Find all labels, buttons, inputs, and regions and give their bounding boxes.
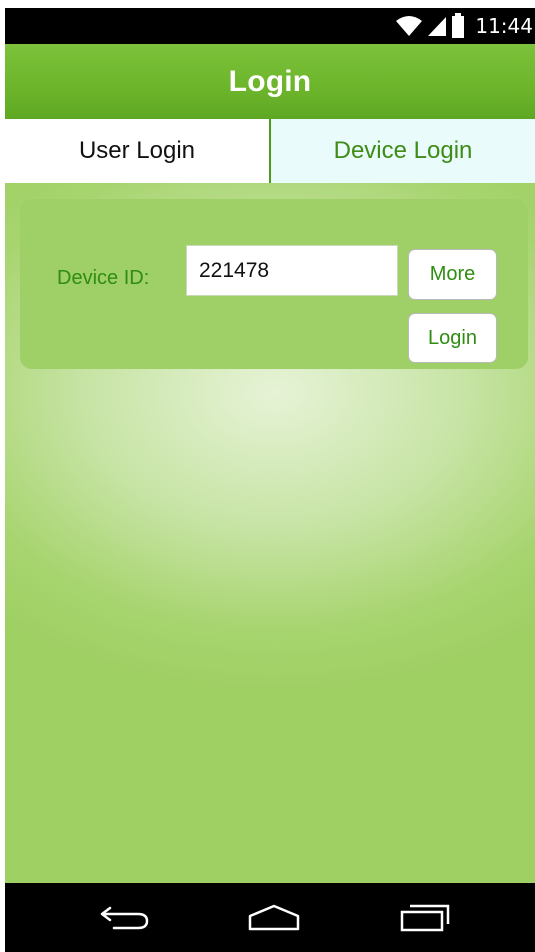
clock: 11:44 xyxy=(475,14,533,38)
content-area: Device ID: More Login xyxy=(5,183,535,883)
tab-device-login-label: Device Login xyxy=(333,137,473,164)
battery-icon xyxy=(451,13,465,39)
home-icon[interactable] xyxy=(246,903,302,938)
tab-device-login[interactable]: Device Login xyxy=(271,119,535,183)
action-bar: Login xyxy=(5,44,535,119)
signal-icon xyxy=(427,14,447,38)
login-button[interactable]: Login xyxy=(408,313,497,363)
device-id-input[interactable] xyxy=(186,245,398,296)
page-title: Login xyxy=(228,64,312,98)
device-login-card: Device ID: More Login xyxy=(20,199,528,369)
more-button[interactable]: More xyxy=(408,249,497,300)
status-bar: 11:44 xyxy=(5,8,535,44)
wifi-icon xyxy=(395,14,423,38)
login-tabs: User Login Device Login xyxy=(5,119,535,183)
recents-icon[interactable] xyxy=(398,903,454,938)
device-id-label: Device ID: xyxy=(57,267,150,289)
phone-screen: 11:44 Login User Login Device Login Devi… xyxy=(0,0,535,952)
back-icon[interactable] xyxy=(98,903,152,938)
navigation-bar xyxy=(5,883,535,952)
status-icons: 11:44 xyxy=(395,8,533,44)
tab-user-login[interactable]: User Login xyxy=(5,119,271,183)
screen-edge xyxy=(0,0,5,952)
tab-user-login-label: User Login xyxy=(78,137,196,164)
